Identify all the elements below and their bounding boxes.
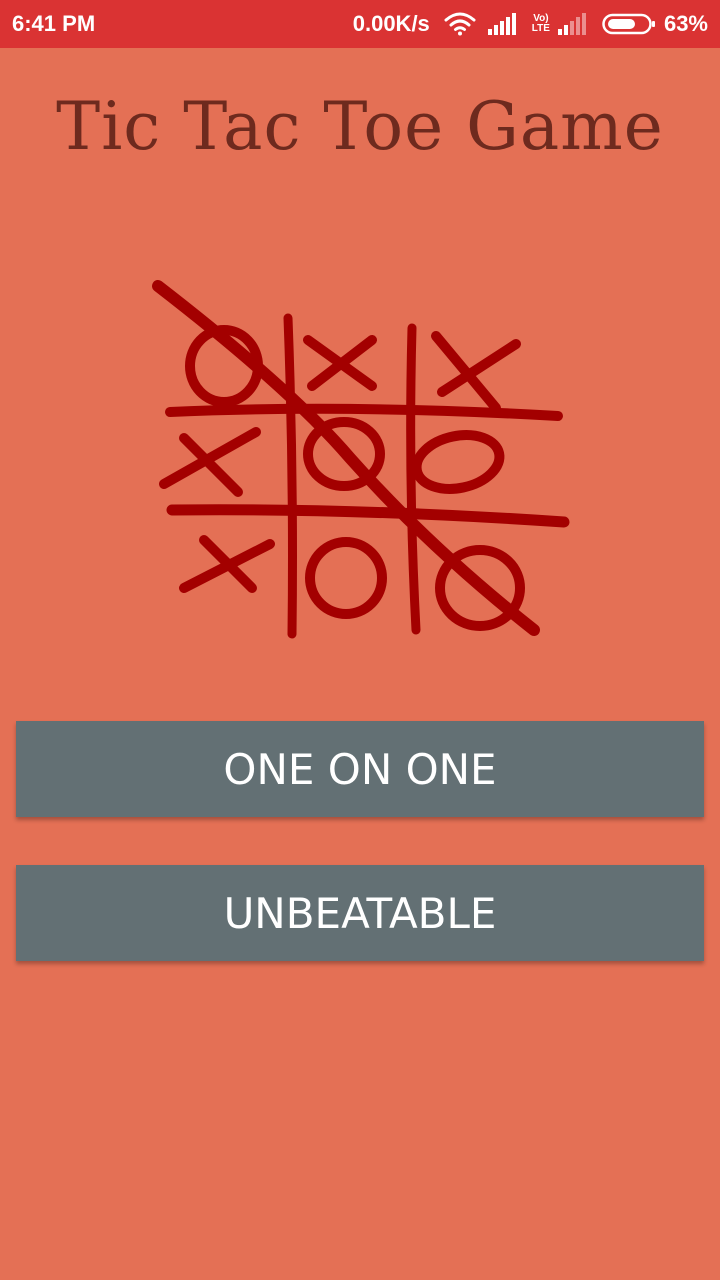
status-bar: 6:41 PM 0.00K/s Vo) LTE 63% xyxy=(0,0,720,48)
app-title: Tic Tac Toe Game xyxy=(56,88,664,165)
tic-tac-toe-board-icon xyxy=(150,278,580,648)
signal-2-icon xyxy=(557,13,588,35)
network-speed: 0.00K/s xyxy=(352,11,430,36)
status-indicators: 0.00K/s Vo) LTE 63% xyxy=(353,0,708,48)
battery-icon xyxy=(602,12,656,36)
status-time: 6:41 PM xyxy=(12,11,96,36)
wifi-icon xyxy=(444,12,476,36)
battery-percent: 63% xyxy=(663,11,708,36)
one-on-one-button[interactable]: ONE ON ONE xyxy=(16,721,704,817)
lte-icon: Vo) LTE xyxy=(532,14,550,34)
signal-icon xyxy=(487,13,518,35)
lte-bottom-label: LTE xyxy=(531,23,550,34)
unbeatable-button[interactable]: UNBEATABLE xyxy=(16,865,704,961)
